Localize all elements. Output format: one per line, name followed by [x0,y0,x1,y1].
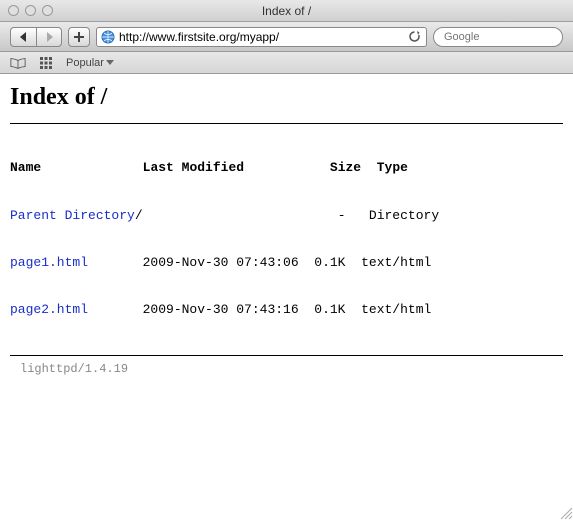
file-link[interactable]: page1.html [10,255,88,270]
window-title: Index of / [0,4,573,18]
chevron-down-icon [106,60,114,66]
col-type: Type [377,160,408,175]
bookmarks-bar: Popular [0,52,573,74]
page-title: Index of / [10,84,563,111]
popular-menu[interactable]: Popular [66,57,114,69]
close-window-button[interactable] [8,5,19,16]
forward-button[interactable] [36,27,62,47]
listing-row: Parent Directory/ - Directory [10,208,563,225]
toolbar [0,22,573,52]
back-icon [19,32,28,42]
plus-icon [74,32,84,42]
col-name: Name [10,160,41,175]
popular-label: Popular [66,57,104,69]
top-sites-button[interactable] [38,57,54,69]
zoom-window-button[interactable] [42,5,53,16]
url-input[interactable] [119,30,402,44]
forward-icon [45,32,54,42]
open-book-button[interactable] [10,57,26,69]
book-icon [10,57,26,69]
page-content: Index of / Name Last Modified Size Type … [0,74,573,386]
address-bar[interactable] [96,27,427,47]
search-input[interactable] [444,31,567,43]
nav-buttons [10,27,62,47]
listing-row: page2.html 2009-Nov-30 07:43:16 0.1K tex… [10,302,563,319]
reload-button[interactable] [406,29,422,45]
back-button[interactable] [10,27,36,47]
add-bookmark-button[interactable] [68,27,90,47]
col-size: Size [330,160,361,175]
search-bar[interactable] [433,27,563,47]
resize-handle[interactable] [557,504,573,520]
file-link[interactable]: page2.html [10,302,88,317]
server-signature: lighttpd/1.4.19 [20,362,563,376]
listing-row: page1.html 2009-Nov-30 07:43:06 0.1K tex… [10,255,563,272]
parent-directory-link[interactable]: Parent Directory [10,208,135,223]
minimize-window-button[interactable] [25,5,36,16]
globe-icon [101,30,115,44]
grid-icon [40,57,52,69]
listing-header: Name Last Modified Size Type [10,160,563,175]
titlebar: Index of / [0,0,573,22]
col-modified: Last Modified [143,160,244,175]
directory-listing: Name Last Modified Size Type Parent Dire… [10,123,563,356]
traffic-lights [8,5,53,16]
reload-icon [408,30,421,43]
